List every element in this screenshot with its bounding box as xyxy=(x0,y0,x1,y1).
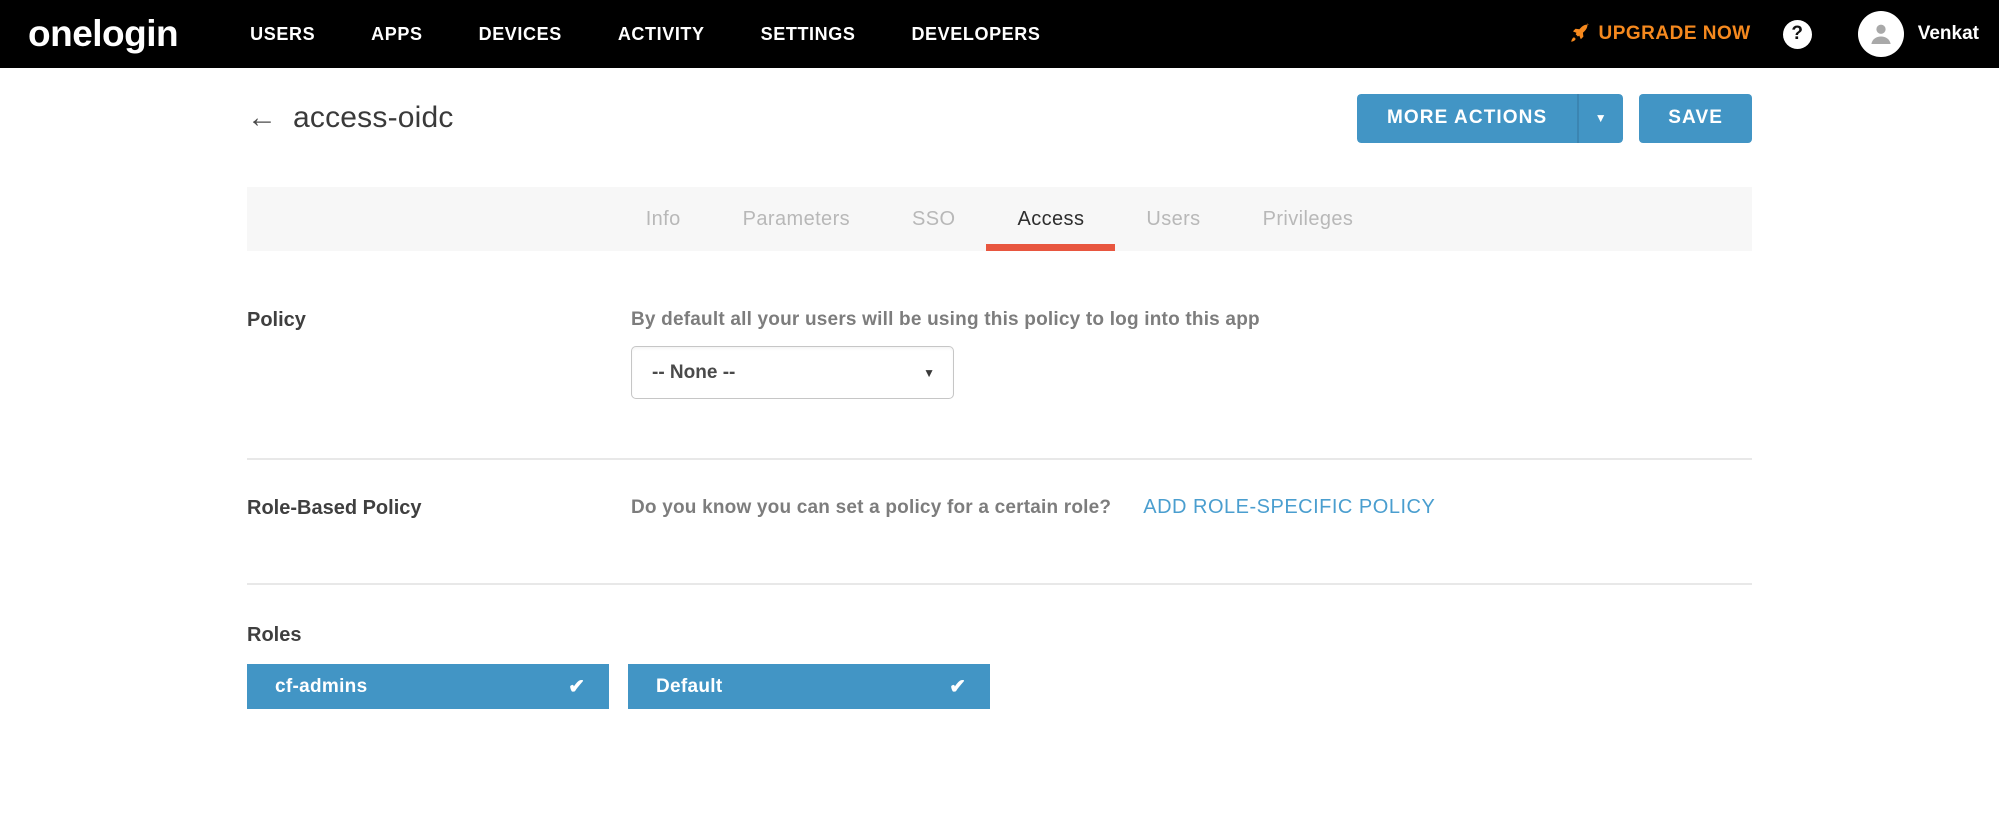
onelogin-logo[interactable]: onelogin xyxy=(28,13,179,55)
role-name: cf-admins xyxy=(275,675,368,697)
roles-section: Roles cf-admins ✔ Default ✔ xyxy=(247,623,1752,709)
add-role-specific-policy-link[interactable]: ADD ROLE-SPECIFIC POLICY xyxy=(1143,496,1435,519)
policy-dropdown[interactable]: -- None -- ▼ xyxy=(631,346,954,399)
avatar[interactable] xyxy=(1857,11,1904,57)
roles-list: cf-admins ✔ Default ✔ xyxy=(247,664,1752,709)
nav-menu: USERS APPS DEVICES ACTIVITY SETTINGS DEV… xyxy=(250,24,1040,45)
tab-privileges[interactable]: Privileges xyxy=(1232,187,1385,251)
check-icon: ✔ xyxy=(568,676,585,698)
nav-right-group: UPGRADE NOW ? Venkat xyxy=(1569,11,1979,57)
section-divider xyxy=(247,458,1752,460)
nav-item-activity[interactable]: ACTIVITY xyxy=(618,24,705,45)
role-based-policy-label: Role-Based Policy xyxy=(247,497,422,519)
check-icon: ✔ xyxy=(949,676,966,698)
tab-bar: Info Parameters SSO Access Users Privile… xyxy=(247,187,1752,251)
role-chip-default[interactable]: Default ✔ xyxy=(628,664,990,709)
nav-item-users[interactable]: USERS xyxy=(250,24,315,45)
tab-info[interactable]: Info xyxy=(615,187,712,251)
nav-item-developers[interactable]: DEVELOPERS xyxy=(911,24,1040,45)
header-buttons: MORE ACTIONS ▼ SAVE xyxy=(1356,93,1752,143)
role-name: Default xyxy=(656,675,723,697)
nav-item-settings[interactable]: SETTINGS xyxy=(761,24,856,45)
policy-section: Policy By default all your users will be… xyxy=(247,308,1752,399)
policy-label: Policy xyxy=(247,309,306,331)
question-glyph: ? xyxy=(1791,23,1804,44)
rocket-icon xyxy=(1569,23,1591,45)
tab-access[interactable]: Access xyxy=(986,187,1116,251)
tab-parameters[interactable]: Parameters xyxy=(712,187,881,251)
policy-dropdown-value: -- None -- xyxy=(652,361,736,383)
role-based-policy-helper-text: Do you know you can set a policy for a c… xyxy=(631,497,1112,518)
avatar-person-icon xyxy=(1871,24,1891,44)
tab-users[interactable]: Users xyxy=(1115,187,1231,251)
roles-label: Roles xyxy=(247,624,302,646)
upgrade-now-label: UPGRADE NOW xyxy=(1598,23,1751,44)
upgrade-now-button[interactable]: UPGRADE NOW xyxy=(1569,23,1751,45)
role-chip-cf-admins[interactable]: cf-admins ✔ xyxy=(247,664,609,709)
user-name[interactable]: Venkat xyxy=(1918,23,1979,45)
back-arrow-icon[interactable]: ← xyxy=(247,103,277,133)
chevron-down-icon: ▼ xyxy=(923,365,935,380)
section-divider xyxy=(247,583,1752,585)
nav-item-devices[interactable]: DEVICES xyxy=(479,24,562,45)
tab-sso[interactable]: SSO xyxy=(881,187,986,251)
save-button[interactable]: SAVE xyxy=(1639,93,1752,143)
help-icon[interactable]: ? xyxy=(1782,19,1812,49)
nav-item-apps[interactable]: APPS xyxy=(371,24,422,45)
more-actions-button[interactable]: MORE ACTIONS xyxy=(1356,93,1578,143)
more-actions-split-button: MORE ACTIONS ▼ xyxy=(1356,93,1624,143)
role-based-policy-section: Role-Based Policy Do you know you can se… xyxy=(247,496,1752,520)
more-actions-caret-button[interactable]: ▼ xyxy=(1577,93,1624,143)
policy-helper-text: By default all your users will be using … xyxy=(631,309,1260,330)
top-nav-bar: onelogin USERS APPS DEVICES ACTIVITY SET… xyxy=(0,0,1999,68)
page-title: access-oidc xyxy=(293,101,454,134)
chevron-down-icon: ▼ xyxy=(1594,111,1608,125)
page-header: ← access-oidc MORE ACTIONS ▼ SAVE xyxy=(247,93,1752,143)
